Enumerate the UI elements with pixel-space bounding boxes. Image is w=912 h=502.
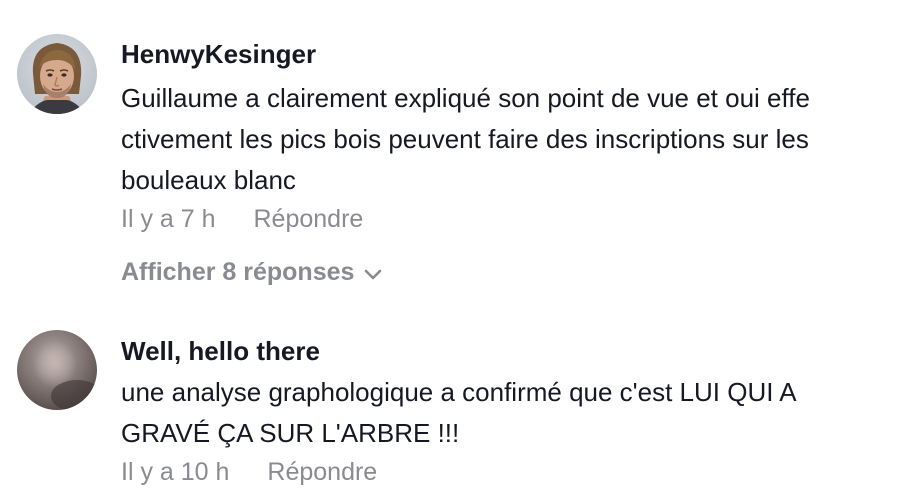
view-replies-label: Afficher 8 réponses xyxy=(121,258,355,286)
comment-meta: Il y a 7 h Répondre xyxy=(121,203,900,235)
comment-body: Well, hello there une analyse graphologi… xyxy=(121,335,900,488)
user-avatar[interactable] xyxy=(17,330,97,410)
user-avatar[interactable] xyxy=(17,34,97,114)
comment-body: HenwyKesinger Guillaume a clairement exp… xyxy=(121,38,900,235)
comment-text-line: bouleaux blanc xyxy=(121,165,296,195)
comment-text-line: une analyse graphologique a confirmé que… xyxy=(121,377,797,407)
comment-text-line: ctivement les pics bois peuvent faire de… xyxy=(121,124,809,154)
reply-button[interactable]: Répondre xyxy=(267,456,377,488)
comment-username[interactable]: HenwyKesinger xyxy=(121,38,900,70)
comment-meta: Il y a 10 h Répondre xyxy=(121,456,900,488)
comment-text-line: GRAVÉ ÇA SUR L'ARBRE !!! xyxy=(121,418,460,448)
comment-text: une analyse graphologique a confirmé que… xyxy=(121,372,900,454)
comment-text: Guillaume a clairement expliqué son poin… xyxy=(121,78,900,201)
comment-text-line: Guillaume a clairement expliqué son poin… xyxy=(121,83,810,113)
chevron-down-icon xyxy=(364,257,382,289)
comment-username[interactable]: Well, hello there xyxy=(121,335,900,367)
person-photo-avatar-icon xyxy=(17,34,97,114)
view-replies-button[interactable]: Afficher 8 réponses xyxy=(121,256,382,289)
reply-button[interactable]: Répondre xyxy=(254,203,364,235)
comment-timestamp: Il y a 10 h xyxy=(121,458,230,486)
blurred-photo-avatar-icon xyxy=(17,330,97,410)
comment-timestamp: Il y a 7 h xyxy=(121,205,216,233)
